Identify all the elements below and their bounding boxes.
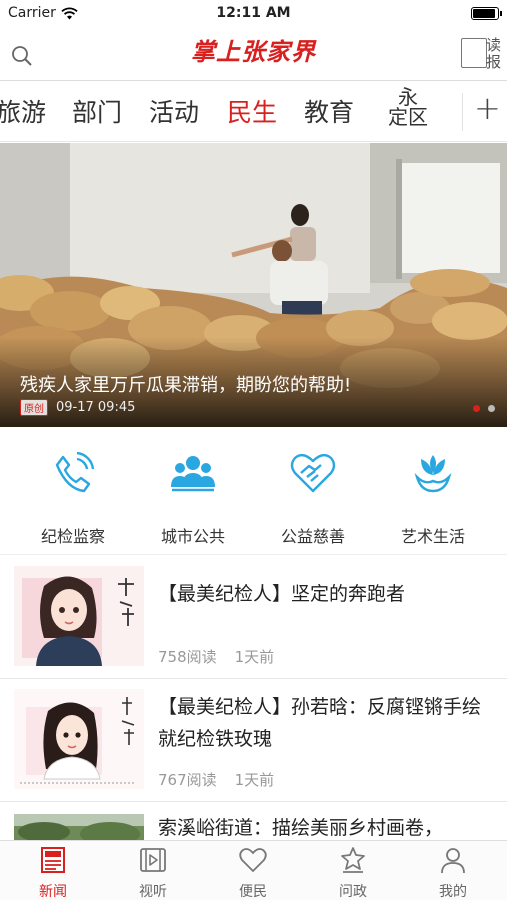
phone-icon (55, 451, 95, 493)
tab-livelihood[interactable]: 民生 (227, 93, 277, 129)
tab-departments[interactable]: 部门 (72, 93, 122, 129)
tab-activities[interactable]: 活动 (149, 93, 199, 129)
news-thumbnail (14, 566, 144, 666)
pager-dot-active[interactable] (473, 405, 480, 412)
news-title[interactable]: 【最美纪检人】孙若晗：反腐铿锵手绘就纪检铁玫瑰 (158, 691, 487, 755)
quick-label: 城市公共 (160, 527, 225, 546)
landscape-photo (14, 814, 144, 840)
featured-banner[interactable]: 残疾人家里万斤瓜果滞销，期盼您的帮助! 原创 09-17 09:45 (0, 143, 507, 427)
portrait-illustration (14, 689, 144, 789)
publish-time: 1天前 (234, 648, 275, 666)
quick-discipline-inspection[interactable]: 纪检监察 (13, 449, 133, 547)
portrait-illustration (14, 566, 144, 666)
news-info: 758阅读 1天前 (158, 646, 274, 667)
heart-icon (239, 848, 267, 872)
nav-news[interactable]: 新闻 (3, 845, 103, 900)
quick-city-public[interactable]: 城市公共 (133, 449, 253, 547)
nav-label: 视听 (139, 884, 167, 900)
news-thumbnail (14, 689, 144, 789)
quick-charity[interactable]: 公益慈善 (253, 449, 373, 547)
quick-label: 艺术生活 (400, 527, 465, 546)
nav-media[interactable]: 视听 (103, 845, 203, 900)
banner-title[interactable]: 残疾人家里万斤瓜果滞销，期盼您的帮助! (20, 371, 351, 397)
tab-yongding-top: 永 (398, 85, 418, 109)
quick-art-life[interactable]: 艺术生活 (373, 449, 493, 547)
news-item[interactable]: 【最美纪检人】孙若晗：反腐铿锵手绘就纪检铁玫瑰 767阅读 1天前 (0, 679, 507, 801)
nav-profile[interactable]: 我的 (403, 845, 503, 900)
news-info: 767阅读 1天前 (158, 769, 274, 790)
newspaper-icon (41, 847, 65, 873)
people-icon (171, 456, 215, 492)
status-time: 12:11 AM (216, 5, 291, 21)
publish-time: 1天前 (234, 771, 275, 789)
tab-yongding-bottom: 定区 (388, 105, 428, 129)
user-icon (441, 848, 465, 874)
news-item[interactable]: 索溪峪街道：描绘美丽乡村画卷， (0, 802, 507, 840)
tab-tourism[interactable]: 旅游 (0, 93, 46, 129)
quick-label: 公益慈善 (280, 527, 345, 546)
read-newspaper-button[interactable]: 读 报 (459, 34, 503, 72)
read-label-bottom: 报 (485, 53, 501, 71)
news-title[interactable]: 索溪峪街道：描绘美丽乡村画卷， (158, 812, 487, 840)
tab-education[interactable]: 教育 (304, 93, 354, 129)
news-item[interactable]: 【最美纪检人】坚定的奔跑者 758阅读 1天前 (0, 556, 507, 678)
nav-label: 问政 (339, 884, 367, 900)
nav-services[interactable]: 便民 (203, 845, 303, 900)
news-title[interactable]: 【最美纪检人】坚定的奔跑者 (158, 578, 487, 610)
tab-yongding[interactable]: 永 定区 (385, 87, 431, 127)
nav-label: 新闻 (39, 884, 67, 900)
banner-meta: 原创 09-17 09:45 (20, 399, 135, 416)
app-logo: 掌上张家界 (191, 37, 316, 66)
status-bar: Carrier 12:11 AM (0, 0, 507, 26)
add-channel-button[interactable]: + (474, 89, 501, 127)
battery-icon (471, 7, 502, 20)
original-badge: 原创 (20, 399, 48, 416)
banner-date: 09-17 09:45 (56, 400, 136, 415)
read-count: 758阅读 (158, 648, 217, 666)
pager-dot[interactable] (488, 405, 495, 412)
banner-pager (473, 405, 495, 412)
newspaper-icon (461, 38, 487, 68)
category-tabs: 旅游 部门 活动 民生 教育 永 定区 + (0, 80, 507, 142)
tabs-divider (462, 93, 463, 131)
quick-label: 纪检监察 (40, 527, 105, 546)
nav-label: 便民 (239, 884, 267, 900)
read-count: 767阅读 (158, 771, 217, 789)
news-thumbnail (14, 814, 144, 840)
handshake-icon (290, 453, 336, 493)
bottom-nav: 新闻 视听 便民 问政 我的 (0, 840, 507, 900)
app-header: 掌上张家界 读 报 (0, 26, 507, 80)
nav-politics[interactable]: 问政 (303, 845, 403, 900)
film-icon (140, 848, 166, 872)
nav-label: 我的 (439, 884, 467, 900)
star-badge-icon (341, 847, 365, 873)
quick-entries: 纪检监察 城市公共 公益慈善 艺术生活 (0, 427, 507, 555)
flower-icon (414, 455, 452, 493)
